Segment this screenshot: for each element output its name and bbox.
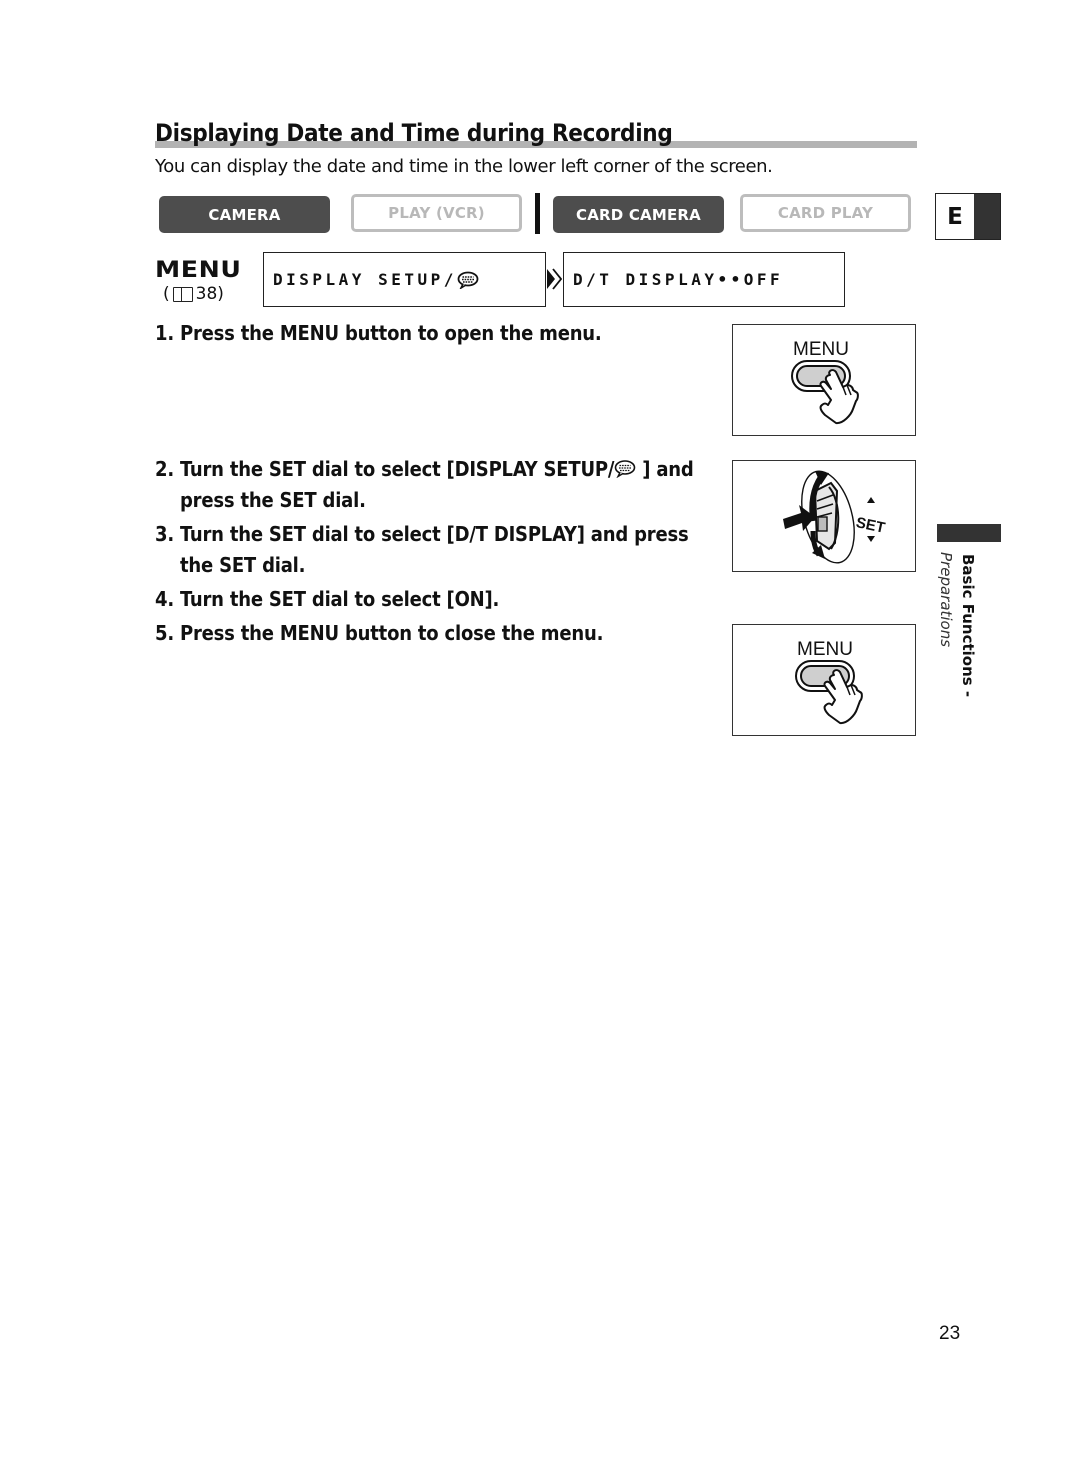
section-subtitle: Preparations bbox=[937, 552, 955, 648]
mode-separator bbox=[535, 193, 540, 234]
hand-pointer-icon bbox=[823, 669, 863, 725]
step-text-continued: the SET dial. bbox=[180, 553, 306, 577]
speech-bubble-icon bbox=[614, 460, 636, 478]
section-title: Basic Functions - bbox=[959, 554, 977, 698]
step-number: 3. bbox=[155, 522, 174, 546]
step-number: 5. bbox=[155, 621, 174, 645]
open-paren: ( bbox=[163, 284, 170, 304]
menu-page-reference: ( 38) bbox=[163, 284, 224, 304]
book-icon bbox=[172, 286, 193, 302]
figure-menu-button-open: MENU bbox=[732, 324, 916, 436]
step-2: 2. Turn the SET dial to select [DISPLAY S… bbox=[155, 454, 694, 516]
section-tab-bar bbox=[937, 524, 1001, 542]
menu-button-press-illustration: MENU bbox=[791, 339, 859, 425]
menu-path-level2: D/T DISPLAY••OFF bbox=[563, 252, 845, 307]
page-title: Displaying Date and Time during Recordin… bbox=[155, 119, 673, 147]
step-text: Press the MENU button to close the menu. bbox=[180, 621, 604, 645]
step-5: 5. Press the MENU button to close the men… bbox=[155, 618, 603, 649]
figure-menu-button-close: MENU bbox=[732, 624, 916, 736]
step-number: 2. bbox=[155, 457, 174, 481]
step-text: ] and bbox=[636, 457, 694, 481]
page-subtitle: You can display the date and time in the… bbox=[155, 156, 773, 177]
menu-button-press-illustration: MENU bbox=[795, 639, 863, 725]
menu-label: MENU bbox=[155, 258, 242, 283]
double-chevron-right-icon bbox=[547, 268, 562, 290]
step-text-continued: press the SET dial. bbox=[180, 488, 366, 512]
step-text: Turn the SET dial to select [DISPLAY SET… bbox=[180, 457, 615, 481]
mode-camera: CAMERA bbox=[159, 196, 330, 233]
set-label: SET bbox=[854, 497, 887, 542]
step-text: Turn the SET dial to select [D/T DISPLAY… bbox=[180, 522, 689, 546]
page-ref-number: 38) bbox=[195, 284, 224, 304]
section-tab-label: Basic Functions - Preparations bbox=[935, 552, 979, 697]
set-dial-label: SET bbox=[854, 514, 886, 537]
speech-bubble-icon bbox=[457, 271, 479, 289]
language-tab: E bbox=[935, 193, 1001, 240]
step-number: 1. bbox=[155, 321, 174, 345]
step-4: 4. Turn the SET dial to select [ON]. bbox=[155, 584, 499, 615]
page-number: 23 bbox=[939, 1323, 961, 1344]
mode-card-camera: CARD CAMERA bbox=[553, 196, 724, 233]
step-3: 3. Turn the SET dial to select [D/T DISPL… bbox=[155, 519, 689, 581]
menu-path-level1: DISPLAY SETUP/ bbox=[263, 252, 546, 307]
step-text: Press the MENU button to open the menu. bbox=[180, 321, 602, 345]
hand-pointer-icon bbox=[819, 369, 859, 425]
step-number: 4. bbox=[155, 587, 174, 611]
set-dial-illustration: SET bbox=[783, 470, 887, 564]
figure-label: MENU bbox=[793, 339, 849, 360]
language-letter: E bbox=[936, 194, 974, 239]
figure-label: MENU bbox=[797, 639, 853, 660]
mode-card-play: CARD PLAY bbox=[740, 194, 911, 232]
step-text: Turn the SET dial to select [ON]. bbox=[180, 587, 500, 611]
figure-set-dial: SET bbox=[732, 460, 916, 572]
language-tab-fill bbox=[974, 194, 1000, 239]
mode-play-vcr: PLAY (VCR) bbox=[351, 194, 522, 232]
menu-path-level1-text: DISPLAY SETUP/ bbox=[273, 270, 457, 289]
step-1: 1. Press the MENU button to open the menu… bbox=[155, 318, 602, 349]
